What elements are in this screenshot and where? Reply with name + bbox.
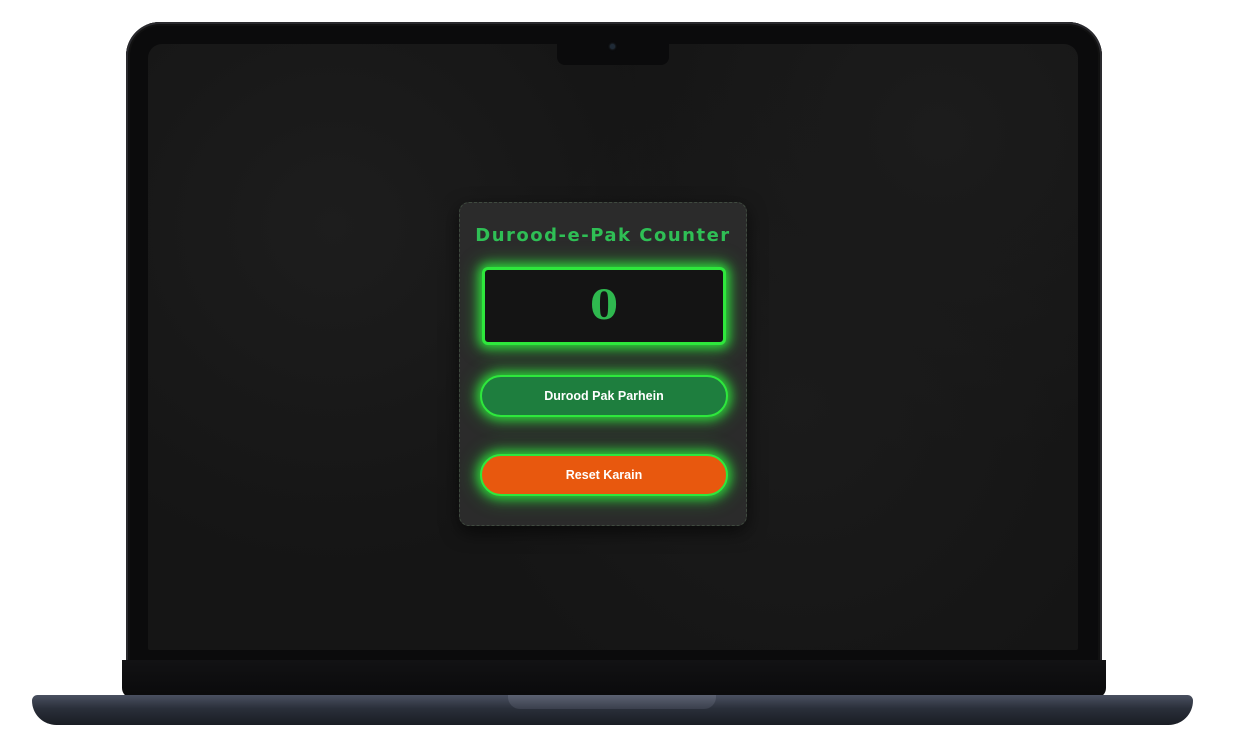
laptop-base-notch xyxy=(508,695,716,709)
reset-button[interactable]: Reset Karain xyxy=(480,454,728,496)
increment-button[interactable]: Durood Pak Parhein xyxy=(480,375,728,417)
counter-value: 0 xyxy=(590,282,618,329)
camera-icon xyxy=(610,44,615,49)
laptop-mockup: Durood-e-Pak Counter 0 Durood Pak Parhei… xyxy=(0,0,1241,754)
counter-display: 0 xyxy=(482,267,726,345)
counter-card: Durood-e-Pak Counter 0 Durood Pak Parhei… xyxy=(459,202,747,526)
app-title: Durood-e-Pak Counter xyxy=(475,225,731,246)
laptop-chin xyxy=(122,660,1106,698)
